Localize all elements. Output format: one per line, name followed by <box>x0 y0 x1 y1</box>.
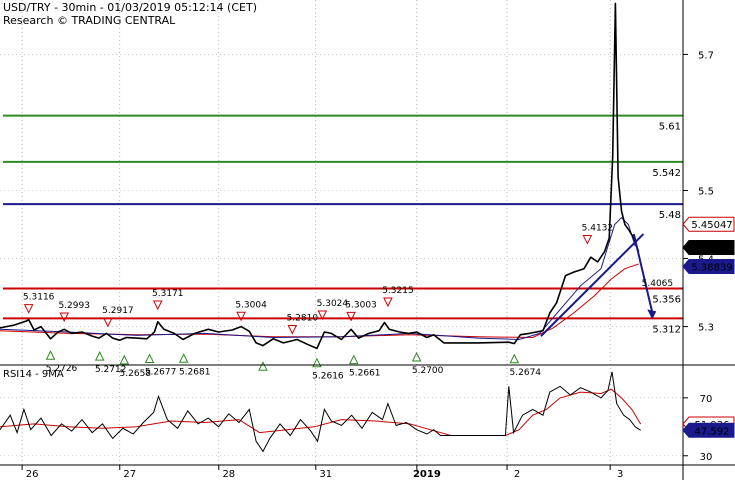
high-marker-label: 5.2810 <box>287 314 319 324</box>
price-tag-text: 5.38839 <box>691 262 732 273</box>
low-marker <box>312 357 322 368</box>
high-marker-label: 5.2917 <box>102 306 134 316</box>
rsi-y-tick-label: 70 <box>700 394 713 405</box>
x-tick-label: 26 <box>26 469 39 480</box>
level-label-5.356: 5.356 <box>652 294 681 305</box>
chart-title: USD/TRY - 30min - 01/03/2019 05:12:14 (C… <box>3 1 257 14</box>
price-line <box>0 2 640 350</box>
high-marker-label: 5.2993 <box>58 301 90 311</box>
y-tick-label: 5.7 <box>698 50 714 61</box>
low-marker <box>348 354 359 365</box>
high-marker <box>23 304 34 314</box>
rsi-line <box>0 371 641 453</box>
x-tick-label: 3 <box>617 469 623 480</box>
low-marker <box>144 353 155 364</box>
axes-group: 262728312019235.35.45.55.73070 <box>0 0 735 480</box>
low-marker <box>94 351 105 361</box>
low-marker <box>178 353 189 363</box>
x-tick-label: 2 <box>514 469 520 480</box>
high-marker-label: 5.4132 <box>582 224 614 234</box>
gridlines <box>0 0 683 465</box>
high-marker <box>103 317 113 328</box>
level-label-5.48: 5.48 <box>659 210 681 221</box>
low-marker-label: 5.2677 <box>145 368 177 378</box>
series-group <box>0 2 657 453</box>
markers-group: 5.31165.2993 5.2917 5.3171 5.3004 5.2810 5.30… <box>23 224 674 382</box>
high-marker-label: 5.3116 <box>23 293 55 303</box>
low-marker <box>258 361 268 371</box>
projection-arrow-line <box>632 233 654 313</box>
annotation-label: 5.4065 <box>642 279 674 289</box>
low-marker-label: 5.2681 <box>179 367 211 377</box>
y-tick-label: 5.3 <box>698 323 714 334</box>
level-label-5.312: 5.312 <box>652 324 681 335</box>
level-label-5.542: 5.542 <box>652 168 681 179</box>
high-marker-label: 5.3171 <box>152 289 184 299</box>
low-marker-label: 5.2674 <box>510 368 542 378</box>
high-marker-label: 5.3215 <box>382 286 414 296</box>
high-marker <box>59 312 70 323</box>
price-tag-text: 5.4162 <box>695 244 730 255</box>
x-tick-label: 28 <box>222 469 235 480</box>
low-marker-label: 5.2616 <box>312 372 344 382</box>
high-marker-label: 5.3004 <box>235 300 267 310</box>
y-tick-label: 5.5 <box>698 187 714 198</box>
trend-line <box>540 233 645 337</box>
chart-subtitle: Research © TRADING CENTRAL <box>3 14 176 27</box>
low-marker <box>509 353 520 364</box>
high-marker-label: 5.3024 <box>317 299 349 309</box>
high-marker <box>582 235 593 245</box>
high-marker <box>152 300 163 311</box>
low-marker-label: 5.2700 <box>412 366 444 376</box>
low-marker <box>45 350 56 360</box>
high-marker <box>383 297 393 308</box>
low-marker <box>119 354 130 365</box>
x-tick-label: 2019 <box>413 469 441 480</box>
rsi-y-tick-label: 30 <box>700 452 713 463</box>
price-tag-text: 5.45047 <box>691 220 732 231</box>
rsi-tag-text: 47.592 <box>695 426 730 437</box>
x-tick-label: 27 <box>123 469 136 480</box>
high-marker-label: 5.3003 <box>345 300 377 310</box>
chart-canvas: 5.61 5.542 5.48 5.356 5.312 5.31165.2993 5.29… <box>0 0 735 480</box>
indicator-title: RSI14 - 9MA <box>3 369 64 380</box>
x-tick-label: 31 <box>319 469 332 480</box>
level-label-5.61: 5.61 <box>659 122 681 133</box>
low-marker-label: 5.2661 <box>349 369 381 379</box>
